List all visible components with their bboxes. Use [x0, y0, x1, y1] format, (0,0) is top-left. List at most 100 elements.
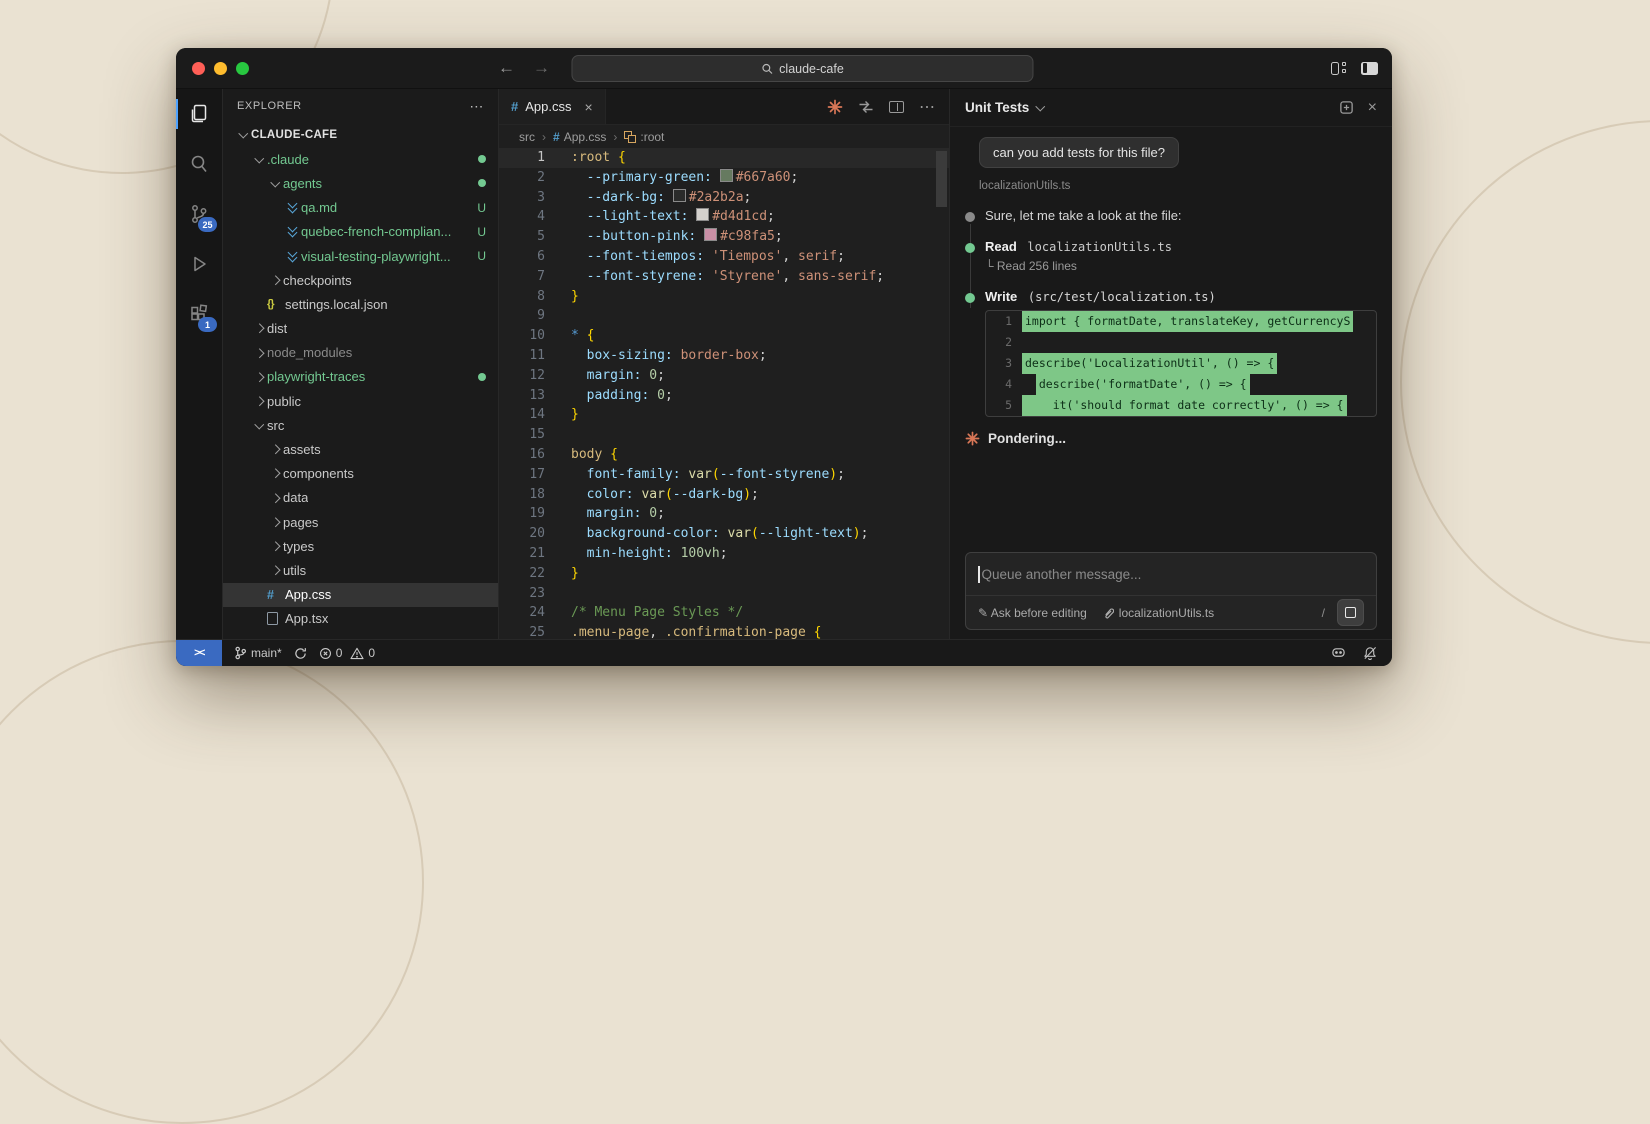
tree-item-claude-cafe[interactable]: CLAUDE-CAFE: [223, 123, 498, 147]
activity-explorer[interactable]: [176, 89, 222, 139]
tree-item-node-modules[interactable]: node_modules: [223, 341, 498, 365]
color-swatch[interactable]: [696, 208, 709, 221]
code-line-7[interactable]: 7 --font-styrene: 'Styrene', sans-serif;: [499, 267, 949, 287]
code-line-1[interactable]: 1:root {: [499, 148, 949, 168]
zoom-window-button[interactable]: [236, 62, 249, 75]
code-line-25[interactable]: 25.menu-page, .confirmation-page {: [499, 623, 949, 639]
open-changes-icon[interactable]: [858, 100, 874, 114]
code-line-3[interactable]: 3 --dark-bg: #2a2b2a;: [499, 188, 949, 208]
notifications-muted-icon[interactable]: [1363, 646, 1377, 660]
tree-item-quebec-french-complian-[interactable]: quebec-french-complian...U: [223, 220, 498, 244]
tree-item-app-css[interactable]: #App.css: [223, 583, 498, 607]
attached-file[interactable]: localizationUtils.ts: [1103, 606, 1214, 620]
tree-item-utils[interactable]: utils: [223, 558, 498, 582]
tree-item-dist[interactable]: dist: [223, 317, 498, 341]
activity-run-debug[interactable]: [176, 239, 222, 289]
tree-item-playwright-traces[interactable]: playwright-traces: [223, 365, 498, 389]
customize-layout-icon[interactable]: [1331, 62, 1348, 75]
tree-item-data[interactable]: data: [223, 486, 498, 510]
close-window-button[interactable]: [192, 62, 205, 75]
permission-mode-selector[interactable]: ✎ Ask before editing: [978, 606, 1087, 620]
tree-item-label: public: [267, 394, 301, 409]
claude-icon[interactable]: [827, 99, 843, 115]
tool-call-read[interactable]: Read localizationUtils.ts └ Read 256 lin…: [965, 239, 1377, 273]
code-line-8[interactable]: 8}: [499, 287, 949, 307]
copilot-icon[interactable]: [1330, 646, 1347, 660]
code-line-20[interactable]: 20 background-color: var(--light-text);: [499, 524, 949, 544]
breadcrumb-file[interactable]: #App.css: [553, 130, 606, 144]
forward-button[interactable]: →: [533, 58, 550, 78]
color-swatch[interactable]: [720, 169, 733, 182]
assistant-message: Sure, let me take a look at the file:: [965, 208, 1377, 223]
problems-item[interactable]: 0 0: [319, 646, 375, 660]
code-line-5[interactable]: 5 --button-pink: #c98fa5;: [499, 227, 949, 247]
tree-item-checkpoints[interactable]: checkpoints: [223, 268, 498, 292]
git-changes-dot-badge: [478, 179, 486, 187]
stop-button[interactable]: [1337, 599, 1364, 626]
code-line-23[interactable]: 23: [499, 584, 949, 604]
tree-item-components[interactable]: components: [223, 462, 498, 486]
diff-code-block[interactable]: 1import { formatDate, translateKey, getC…: [985, 310, 1377, 417]
tree-item-types[interactable]: types: [223, 534, 498, 558]
activity-extensions[interactable]: 1: [176, 289, 222, 339]
close-tab-icon[interactable]: ×: [584, 99, 592, 115]
tree-item-agents[interactable]: agents: [223, 171, 498, 195]
code-line-4[interactable]: 4 --light-text: #d4d1cd;: [499, 207, 949, 227]
split-editor-icon[interactable]: [889, 101, 904, 113]
editor-more-actions-icon[interactable]: ⋯: [919, 97, 935, 117]
slash-commands-hint[interactable]: /: [1322, 606, 1325, 620]
tree-item-qa-md[interactable]: qa.mdU: [223, 196, 498, 220]
code-line-10[interactable]: 10* {: [499, 326, 949, 346]
editor-scrollbar-thumb[interactable]: [936, 151, 947, 207]
line-content: min-height: 100vh;: [545, 544, 728, 564]
tree-item-src[interactable]: src: [223, 413, 498, 437]
code-line-6[interactable]: 6 --font-tiempos: 'Tiempos', serif;: [499, 247, 949, 267]
tree-item--claude[interactable]: .claude: [223, 147, 498, 171]
color-swatch[interactable]: [704, 228, 717, 241]
tree-item-assets[interactable]: assets: [223, 437, 498, 461]
tree-item-pages[interactable]: pages: [223, 510, 498, 534]
line-number: 24: [499, 603, 545, 623]
status-text: Pondering...: [988, 431, 1066, 446]
line-content: padding: 0;: [545, 386, 673, 406]
minimize-window-button[interactable]: [214, 62, 227, 75]
code-line-9[interactable]: 9: [499, 306, 949, 326]
code-line-11[interactable]: 11 box-sizing: border-box;: [499, 346, 949, 366]
toggle-secondary-sidebar-icon[interactable]: [1361, 62, 1378, 75]
code-line-13[interactable]: 13 padding: 0;: [499, 386, 949, 406]
tree-item-app-tsx[interactable]: App.tsx: [223, 607, 498, 631]
chevron-down-icon[interactable]: [1037, 106, 1044, 110]
code-line-16[interactable]: 16body {: [499, 445, 949, 465]
command-center-search[interactable]: claude-cafe: [571, 55, 1033, 82]
code-line-2[interactable]: 2 --primary-green: #667a60;: [499, 168, 949, 188]
panel-title: Unit Tests: [965, 100, 1029, 115]
git-branch-item[interactable]: main*: [234, 646, 282, 660]
code-editor[interactable]: 1:root {2 --primary-green: #667a60;3 --d…: [499, 148, 949, 639]
tab-app-css[interactable]: # App.css ×: [499, 89, 606, 124]
code-line-22[interactable]: 22}: [499, 564, 949, 584]
tool-call-write[interactable]: Write (src/test/localization.ts): [965, 289, 1377, 304]
code-line-18[interactable]: 18 color: var(--dark-bg);: [499, 485, 949, 505]
close-panel-icon[interactable]: ×: [1368, 99, 1377, 117]
breadcrumb-src[interactable]: src: [519, 130, 535, 144]
tree-item-public[interactable]: public: [223, 389, 498, 413]
code-line-19[interactable]: 19 margin: 0;: [499, 504, 949, 524]
back-button[interactable]: ←: [498, 58, 515, 78]
code-line-17[interactable]: 17 font-family: var(--font-styrene);: [499, 465, 949, 485]
activity-source-control[interactable]: 25: [176, 189, 222, 239]
chat-input[interactable]: Queue another message...: [966, 553, 1376, 596]
code-line-21[interactable]: 21 min-height: 100vh;: [499, 544, 949, 564]
tree-item-settings-local-json[interactable]: {}settings.local.json: [223, 292, 498, 316]
code-line-24[interactable]: 24/* Menu Page Styles */: [499, 603, 949, 623]
breadcrumb-symbol[interactable]: :root: [624, 130, 664, 144]
explorer-more-actions-icon[interactable]: ⋯: [469, 98, 484, 115]
code-line-12[interactable]: 12 margin: 0;: [499, 366, 949, 386]
activity-search[interactable]: [176, 139, 222, 189]
code-line-14[interactable]: 14}: [499, 405, 949, 425]
tree-item-visual-testing-playwright-[interactable]: visual-testing-playwright...U: [223, 244, 498, 268]
color-swatch[interactable]: [673, 189, 686, 202]
remote-indicator[interactable]: ><: [176, 640, 222, 666]
sync-changes-item[interactable]: [294, 647, 307, 660]
code-line-15[interactable]: 15: [499, 425, 949, 445]
new-chat-icon[interactable]: [1339, 100, 1354, 115]
